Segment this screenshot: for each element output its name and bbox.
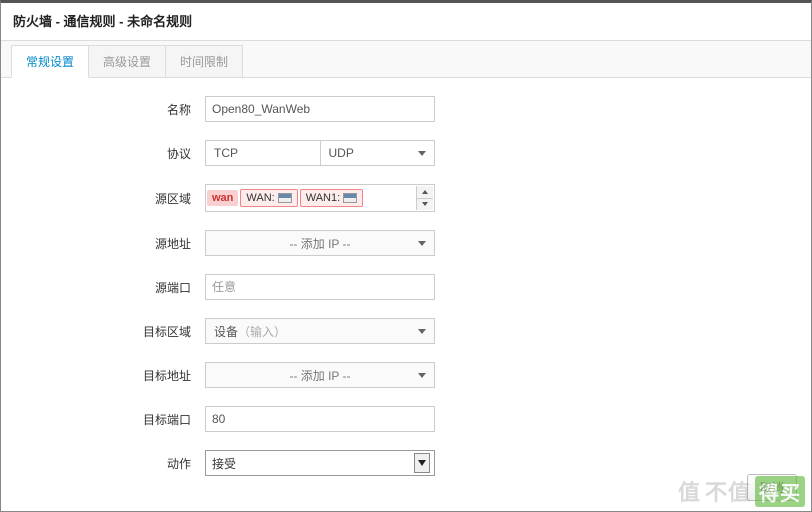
label-src-addr: 源地址 (1, 235, 205, 252)
zone-tag: WAN: (240, 189, 297, 207)
chevron-down-icon (418, 241, 426, 246)
src-addr-select[interactable]: -- 添加 IP -- (205, 230, 435, 256)
chevron-down-icon (418, 373, 426, 378)
form: 名称 协议 TCP UDP 源区域 wan WAN: WAN1: (1, 78, 811, 476)
interface-icon (343, 193, 357, 203)
action-select[interactable]: 接受 (205, 450, 435, 476)
protocol-alt: UDP (329, 141, 354, 165)
zone-group-tag: wan (207, 190, 238, 206)
tab-time[interactable]: 时间限制 (165, 45, 243, 77)
protocol-select[interactable]: TCP UDP (205, 140, 435, 166)
cancel-button[interactable]: 取消 (747, 474, 797, 501)
spinner-down[interactable] (417, 198, 433, 211)
interface-icon (278, 193, 292, 203)
protocol-main: TCP (214, 141, 238, 165)
tab-bar: 常规设置 高级设置 时间限制 (1, 41, 811, 78)
src-zone-select[interactable]: wan WAN: WAN1: (205, 184, 435, 212)
dst-zone-select[interactable]: 设备（输入） (205, 318, 435, 344)
spinner-up[interactable] (417, 186, 433, 198)
tab-advanced[interactable]: 高级设置 (88, 45, 166, 77)
label-src-port: 源端口 (1, 279, 205, 296)
chevron-down-icon (422, 202, 428, 206)
label-action: 动作 (1, 455, 205, 472)
tab-general[interactable]: 常规设置 (11, 45, 89, 78)
name-input[interactable] (205, 96, 435, 122)
label-name: 名称 (1, 101, 205, 118)
label-protocol: 协议 (1, 145, 205, 162)
chevron-up-icon (422, 190, 428, 194)
label-dst-port: 目标端口 (1, 411, 205, 428)
select-handle (414, 453, 430, 473)
dialog-title: 防火墙 - 通信规则 - 未命名规则 (1, 3, 811, 41)
label-src-zone: 源区域 (1, 190, 205, 207)
zone-tag: WAN1: (300, 189, 363, 207)
src-port-input[interactable] (205, 274, 435, 300)
chevron-down-icon (418, 151, 426, 156)
chevron-down-icon (418, 329, 426, 334)
dialog-window: 防火墙 - 通信规则 - 未命名规则 常规设置 高级设置 时间限制 名称 协议 … (0, 0, 812, 512)
dst-port-input[interactable] (205, 406, 435, 432)
label-dst-zone: 目标区域 (1, 323, 205, 340)
dialog-footer: 取消 (747, 474, 797, 501)
chevron-down-icon (418, 460, 426, 466)
dst-addr-select[interactable]: -- 添加 IP -- (205, 362, 435, 388)
label-dst-addr: 目标地址 (1, 367, 205, 384)
zone-spinner[interactable] (416, 186, 433, 210)
